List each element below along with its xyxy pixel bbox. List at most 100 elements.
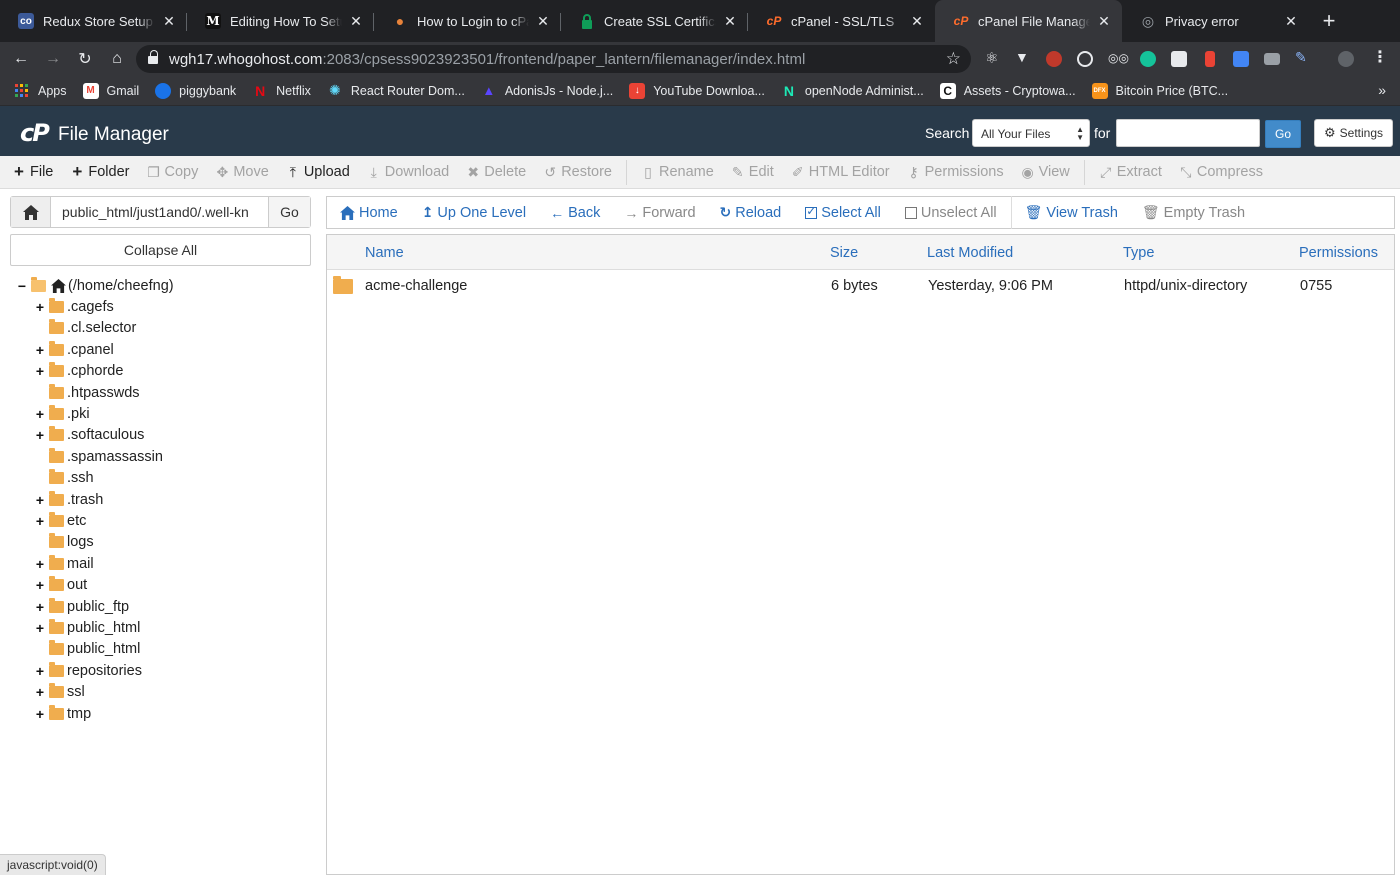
reload-icon[interactable]: ↻: [69, 49, 101, 69]
grammarly-icon[interactable]: [1140, 51, 1156, 67]
unselect-all-button[interactable]: Unselect All: [904, 205, 997, 221]
tree-item[interactable]: + out: [34, 574, 311, 595]
close-icon[interactable]: ✕: [909, 13, 925, 30]
expand-plus-icon[interactable]: +: [34, 299, 46, 315]
tree-item[interactable]: +.spamassassin: [34, 446, 311, 467]
home-button[interactable]: [11, 197, 51, 227]
qr-code-icon[interactable]: [1171, 51, 1187, 67]
close-icon[interactable]: ✕: [1096, 13, 1112, 30]
browser-tab[interactable]: ● How to Login to cPane ✕: [374, 0, 561, 42]
close-icon[interactable]: ✕: [1283, 13, 1299, 30]
browser-tab-active[interactable]: cP cPanel File Manager v3 ✕: [935, 0, 1122, 42]
column-header-type[interactable]: Type: [1123, 245, 1154, 261]
forward-arrow-icon[interactable]: →: [37, 50, 69, 68]
home-nav-button[interactable]: Home: [340, 205, 398, 221]
copy-button[interactable]: ❐ Copy: [146, 164, 198, 181]
back-button[interactable]: ← Back: [550, 205, 600, 221]
tree-item[interactable]: + repositories: [34, 660, 311, 681]
tree-item[interactable]: + .cphorde: [34, 361, 311, 382]
expand-plus-icon[interactable]: +: [34, 363, 46, 379]
wappalyzer-icon[interactable]: [1046, 51, 1062, 67]
pen-extension-icon[interactable]: ✎: [1295, 49, 1311, 65]
tree-item[interactable]: + etc: [34, 510, 311, 531]
menu-kebab-icon[interactable]: ⋮: [1372, 47, 1388, 66]
bookmark-netflix[interactable]: N Netflix: [252, 83, 311, 99]
expand-plus-icon[interactable]: +: [34, 577, 46, 593]
view-button[interactable]: ◉ View: [1021, 164, 1069, 181]
browser-tab[interactable]: ◎ Privacy error ✕: [1122, 0, 1309, 42]
tree-item[interactable]: + .cpanel: [34, 339, 311, 360]
column-header-permissions[interactable]: Permissions: [1299, 245, 1378, 261]
expand-plus-icon[interactable]: +: [34, 706, 46, 722]
path-go-button[interactable]: Go: [268, 197, 310, 227]
tree-item[interactable]: +.htpasswds: [34, 382, 311, 403]
tree-item[interactable]: + .trash: [34, 489, 311, 510]
new-folder-button[interactable]: + Folder: [70, 162, 129, 182]
camera-icon[interactable]: [1264, 53, 1280, 65]
browser-tab[interactable]: co Redux Store Setup for ✕: [0, 0, 187, 42]
html-editor-button[interactable]: ✐ HTML Editor: [791, 164, 890, 181]
vue-devtools-icon[interactable]: ▼: [1015, 49, 1031, 65]
cpanel-logo[interactable]: cP: [20, 121, 50, 145]
reload-button[interactable]: ↻ Reload: [720, 204, 782, 221]
tree-item[interactable]: +logs: [34, 532, 311, 553]
edit-button[interactable]: ✎ Edit: [731, 164, 774, 181]
column-header-size[interactable]: Size: [830, 245, 858, 261]
bookmark-gmail[interactable]: M Gmail: [82, 82, 139, 99]
expand-plus-icon[interactable]: +: [34, 513, 46, 529]
bookmark-react-router[interactable]: ✺ React Router Dom...: [327, 82, 465, 99]
expand-plus-icon[interactable]: +: [34, 342, 46, 358]
bookmark-apps[interactable]: Apps: [14, 83, 67, 99]
address-bar[interactable]: wgh17.whogohost.com:2083/cpsess902392350…: [136, 45, 971, 73]
bookmark-adonisjs[interactable]: ▲ AdonisJs - Node.j...: [481, 83, 613, 99]
back-arrow-icon[interactable]: ←: [5, 50, 37, 68]
column-header-name[interactable]: Name: [365, 245, 404, 261]
empty-trash-button[interactable]: 🗑 Empty Trash: [1142, 204, 1245, 221]
close-icon[interactable]: ✕: [535, 13, 551, 30]
delete-button[interactable]: ✖ Delete: [466, 164, 526, 181]
bookmark-opennode[interactable]: N openNode Administ...: [781, 83, 924, 99]
close-icon[interactable]: ✕: [722, 13, 738, 30]
extract-button[interactable]: ⤢ Extract: [1099, 164, 1162, 181]
restore-button[interactable]: ↺ Restore: [543, 164, 612, 181]
lighthouse-icon[interactable]: [1205, 51, 1215, 67]
bookmark-piggybank[interactable]: piggybank: [155, 82, 236, 99]
download-button[interactable]: ⤓ Download: [367, 164, 450, 181]
tree-item[interactable]: + .pki: [34, 403, 311, 424]
close-icon[interactable]: ✕: [161, 13, 177, 30]
search-go-button[interactable]: Go: [1265, 120, 1301, 148]
search-input[interactable]: [1116, 119, 1260, 147]
expand-plus-icon[interactable]: +: [34, 620, 46, 636]
tree-item[interactable]: + .softaculous: [34, 425, 311, 446]
bookmark-cryptowatch[interactable]: C Assets - Cryptowa...: [939, 82, 1076, 99]
tree-root[interactable]: − (/home/cheefng): [16, 275, 311, 296]
permissions-button[interactable]: ⚷ Permissions: [907, 164, 1003, 181]
avatar[interactable]: [1338, 51, 1354, 67]
google-translate-icon[interactable]: [1233, 51, 1249, 67]
move-button[interactable]: ✥ Move: [215, 164, 268, 181]
forward-button[interactable]: → Forward: [624, 205, 695, 221]
tree-item[interactable]: +.ssh: [34, 468, 311, 489]
select-all-button[interactable]: Select All: [805, 204, 881, 221]
settings-button[interactable]: ⚙ Settings: [1314, 119, 1393, 147]
table-row[interactable]: acme-challenge 6 bytes Yesterday, 9:06 P…: [327, 275, 1394, 297]
target-extension-icon[interactable]: [1077, 51, 1093, 67]
expand-plus-icon[interactable]: +: [34, 406, 46, 422]
tree-item[interactable]: +public_html: [34, 639, 311, 660]
column-header-last-modified[interactable]: Last Modified: [927, 245, 1013, 261]
collapse-minus-icon[interactable]: −: [16, 278, 28, 294]
expand-plus-icon[interactable]: +: [34, 663, 46, 679]
expand-plus-icon[interactable]: +: [34, 684, 46, 700]
tree-item[interactable]: +public_html: [34, 617, 311, 638]
browser-tab[interactable]: M Editing How To Setup ✕: [187, 0, 374, 42]
home-icon[interactable]: ⌂: [101, 50, 133, 68]
collapse-all-button[interactable]: Collapse All: [10, 234, 311, 266]
expand-plus-icon[interactable]: +: [34, 492, 46, 508]
tree-item[interactable]: + tmp: [34, 703, 311, 724]
new-file-button[interactable]: + File: [12, 162, 53, 182]
path-input[interactable]: public_html/just1and0/.well-kn: [62, 204, 268, 220]
new-tab-button[interactable]: +: [1309, 0, 1349, 42]
bookmark-star-icon[interactable]: ☆: [946, 49, 961, 69]
upload-button[interactable]: ⤒ Upload: [286, 164, 350, 181]
tree-item[interactable]: + .cagefs: [34, 296, 311, 317]
